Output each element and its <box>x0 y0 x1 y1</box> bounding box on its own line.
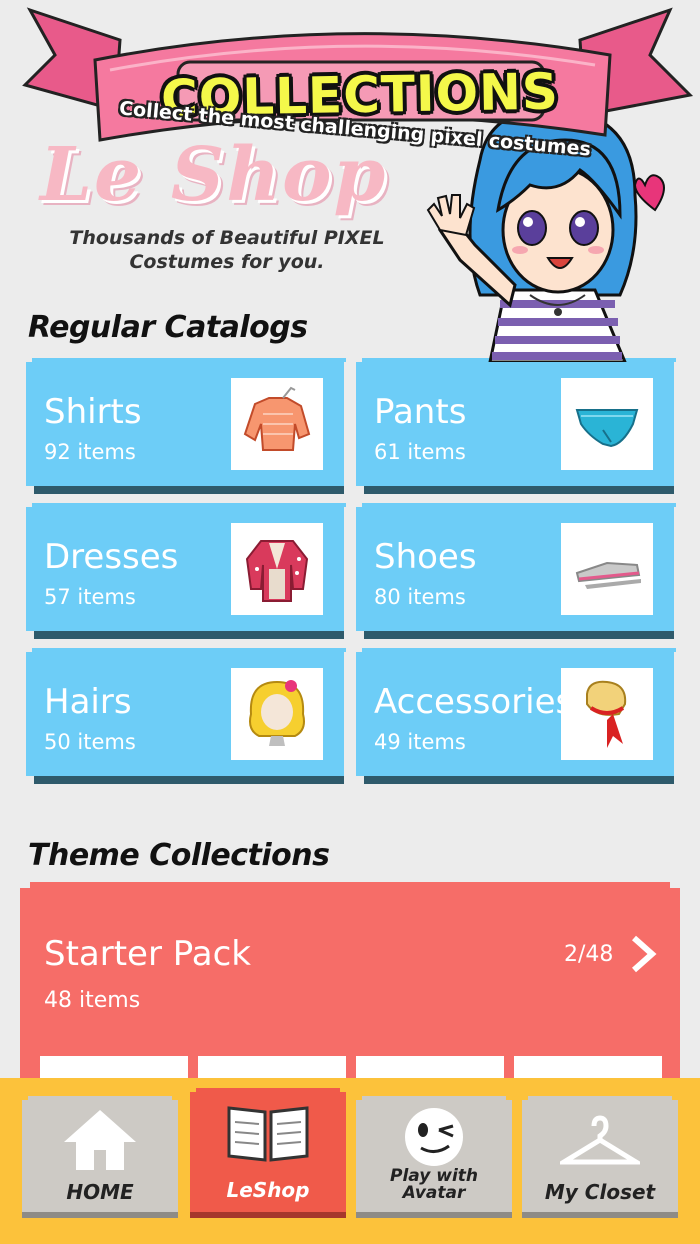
theme-collections-heading: Theme Collections <box>28 838 330 873</box>
catalog-name: Hairs <box>44 682 132 722</box>
catalog-card-shoes[interactable]: Shoes 80 items <box>356 503 676 639</box>
catalog-count: 57 items <box>44 585 136 609</box>
catalog-name: Shoes <box>374 537 477 577</box>
catalog-card-dresses[interactable]: Dresses 57 items <box>26 503 346 639</box>
catalog-name: Accessories <box>374 682 574 722</box>
catalog-name: Shirts <box>44 392 142 432</box>
catalog-card-hairs[interactable]: Hairs 50 items <box>26 648 346 784</box>
nav-play-avatar-button[interactable]: Play with Avatar <box>356 1096 512 1218</box>
catalog-count: 92 items <box>44 440 136 464</box>
catalog-thumbnail <box>561 668 653 760</box>
catalog-name: Dresses <box>44 537 179 577</box>
nav-home-button[interactable]: HOME <box>22 1096 178 1218</box>
collections-banner: COLLECTIONS Collect the most challenging… <box>0 0 700 190</box>
theme-name: Starter Pack <box>44 934 251 974</box>
hanger-icon <box>560 1115 640 1165</box>
catalog-thumbnail <box>231 378 323 470</box>
tagline-line1: Thousands of Beautiful PIXEL <box>69 227 385 249</box>
sneaker-icon <box>575 561 641 589</box>
nav-label: My Closet <box>544 1180 656 1204</box>
theme-count: 48 items <box>44 988 141 1013</box>
book-icon <box>227 1106 309 1162</box>
catalog-thumbnail <box>231 668 323 760</box>
catalog-count: 50 items <box>44 730 136 754</box>
shirt-icon <box>243 386 311 451</box>
tagline-line2: Costumes for you. <box>129 251 325 273</box>
home-icon <box>64 1110 136 1170</box>
regular-catalogs-heading: Regular Catalogs <box>28 310 308 345</box>
nav-leshop-button[interactable]: LeShop <box>190 1088 346 1218</box>
catalog-thumbnail <box>561 523 653 615</box>
catalog-card-accessories[interactable]: Accessories 49 items <box>356 648 676 784</box>
wink-face-icon <box>405 1108 463 1166</box>
nav-label-line2: Avatar <box>402 1183 466 1203</box>
catalog-count: 61 items <box>374 440 466 464</box>
hat-icon <box>586 680 627 748</box>
wig-icon <box>249 680 305 746</box>
catalog-thumbnail <box>561 378 653 470</box>
bottom-nav: HOME LeShop Play with Avatar My Closet <box>0 1078 700 1244</box>
nav-my-closet-button[interactable]: My Closet <box>522 1096 678 1218</box>
chevron-right-icon[interactable] <box>630 934 658 974</box>
pants-icon <box>575 409 639 448</box>
catalog-thumbnail <box>231 523 323 615</box>
theme-progress: 2/48 <box>564 942 614 967</box>
tagline: Thousands of Beautiful PIXEL Costumes fo… <box>62 226 392 274</box>
catalog-count: 80 items <box>374 585 466 609</box>
theme-card-starter-pack[interactable]: Starter Pack 48 items 2/48 <box>20 882 680 1096</box>
catalog-card-pants[interactable]: Pants 61 items <box>356 358 676 494</box>
catalog-count: 49 items <box>374 730 466 754</box>
catalog-name: Pants <box>374 392 467 432</box>
catalog-card-shirts[interactable]: Shirts 92 items <box>26 358 346 494</box>
nav-label: LeShop <box>226 1178 310 1202</box>
nav-label: HOME <box>66 1180 134 1204</box>
jacket-icon <box>245 540 309 602</box>
